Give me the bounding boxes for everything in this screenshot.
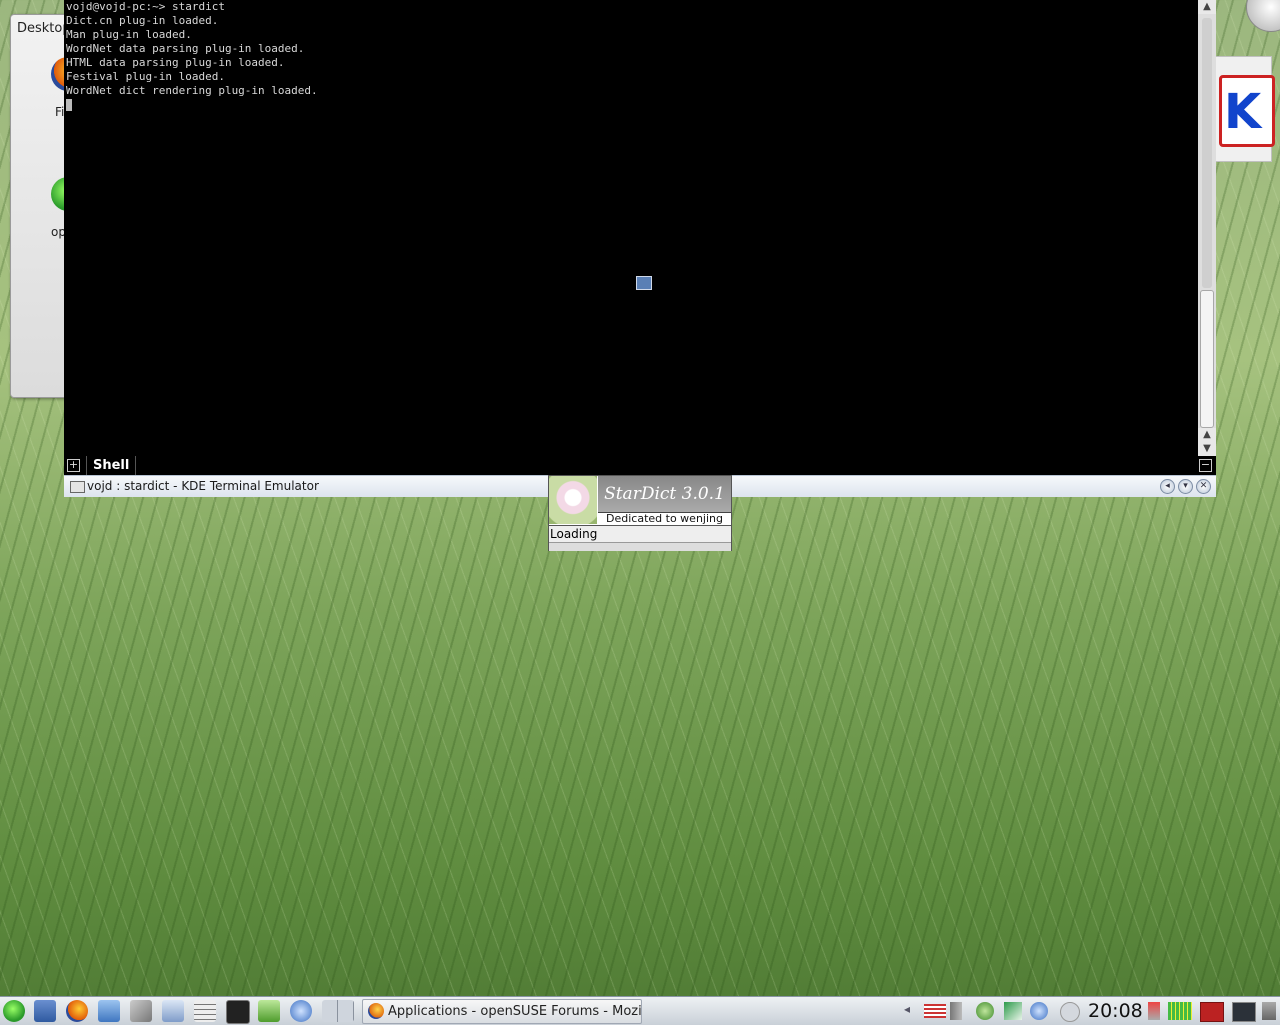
keep-above-button[interactable]: ◂ <box>1160 479 1175 494</box>
splash-progress-bar <box>549 542 731 551</box>
pager-icon[interactable] <box>322 1000 354 1022</box>
kmail-icon: K <box>1219 75 1275 147</box>
task-title: Applications - openSUSE Forums - Mozilla… <box>388 1004 642 1019</box>
stardict-splash: StarDict 3.0.1 Dedicated to wenjing Load… <box>548 475 732 551</box>
terminal-scrollbar[interactable]: ▲ ▲ ▼ <box>1198 0 1216 456</box>
terminal-window[interactable]: vojd@vojd-pc:~> stardict Dict.cn plug-in… <box>64 0 1216 497</box>
desktop-toolbox-icon[interactable] <box>1246 0 1280 32</box>
us-flag-icon[interactable] <box>924 1004 946 1018</box>
mail-icon[interactable] <box>162 1000 184 1022</box>
tab-shell[interactable]: Shell <box>86 456 137 475</box>
info-icon[interactable] <box>1060 1002 1080 1022</box>
system-monitor-icon[interactable] <box>1168 1002 1192 1020</box>
terminal-line: Dict.cn plug-in loaded. <box>66 14 219 27</box>
scroll-up-arrow[interactable]: ▲ <box>1198 0 1216 14</box>
terminal-output[interactable]: vojd@vojd-pc:~> stardict Dict.cn plug-in… <box>64 0 1198 456</box>
file-manager-icon[interactable] <box>98 1000 120 1022</box>
opensuse-menu-icon[interactable] <box>3 1000 25 1022</box>
firefox-icon <box>368 1002 384 1019</box>
terminal-line: WordNet data parsing plug-in loaded. <box>66 42 305 55</box>
home-icon[interactable] <box>258 1000 280 1022</box>
konqueror-icon[interactable] <box>1030 1002 1048 1020</box>
scroll-thumb[interactable] <box>1200 290 1214 428</box>
desktop-icon-label-firefox: Fi <box>55 105 65 119</box>
minimize-button[interactable]: ▾ <box>1178 479 1193 494</box>
terminal-line: HTML data parsing plug-in loaded. <box>66 56 285 69</box>
tools-icon[interactable] <box>130 1000 152 1022</box>
firefox-icon[interactable] <box>66 1000 88 1022</box>
taskbar: Applications - openSUSE Forums - Mozilla… <box>0 996 1280 1025</box>
terminal-tabbar: + Shell − <box>64 456 1216 475</box>
scroll-track[interactable] <box>1202 18 1212 288</box>
task-button-firefox[interactable]: Applications - openSUSE Forums - Mozilla… <box>362 999 642 1024</box>
desktop-widget-title: Desktop <box>17 21 71 36</box>
terminal-line: Man plug-in loaded. <box>66 28 192 41</box>
dictionary-icon[interactable] <box>1200 1002 1224 1022</box>
update-icon[interactable] <box>976 1002 994 1020</box>
lotus-logo-icon <box>549 476 597 524</box>
clock[interactable]: 20:08 <box>1088 999 1143 1023</box>
terminal-line: Festival plug-in loaded. <box>66 70 225 83</box>
tray-collapse-icon[interactable]: ◂ <box>904 1002 912 1020</box>
new-tab-button[interactable]: + <box>67 459 80 472</box>
calculator-icon[interactable] <box>194 1000 216 1022</box>
volume-icon[interactable] <box>950 1002 962 1020</box>
terminal-icon[interactable] <box>226 1000 250 1024</box>
terminal-cursor <box>66 99 72 111</box>
kmail-widget[interactable]: K <box>1214 56 1275 162</box>
splash-app-title: StarDict 3.0.1 <box>598 476 731 512</box>
close-button[interactable]: ✕ <box>1196 479 1211 494</box>
window-drag-icon <box>636 276 652 290</box>
network-icon[interactable] <box>1004 1002 1022 1020</box>
tray-extra-icon[interactable] <box>1262 1002 1276 1020</box>
power-icon[interactable] <box>1148 1002 1160 1020</box>
show-desktop-icon[interactable] <box>1232 1002 1256 1022</box>
terminal-line: WordNet dict rendering plug-in loaded. <box>66 84 318 97</box>
scroll-up-arrow-lower[interactable]: ▲ <box>1198 428 1216 442</box>
desktop-icon[interactable] <box>34 1000 56 1022</box>
window-title: vojd : stardict - KDE Terminal Emulator <box>87 479 319 493</box>
terminal-line: vojd@vojd-pc:~> stardict <box>66 0 225 13</box>
kmail-letter: K <box>1224 84 1262 140</box>
browser-icon[interactable] <box>290 1000 312 1022</box>
scroll-down-arrow[interactable]: ▼ <box>1198 442 1216 456</box>
splash-status: Loading <box>549 525 731 543</box>
splash-dedication: Dedicated to wenjing <box>598 512 731 525</box>
close-tab-button[interactable]: − <box>1199 459 1212 472</box>
terminal-app-icon[interactable] <box>70 481 85 493</box>
